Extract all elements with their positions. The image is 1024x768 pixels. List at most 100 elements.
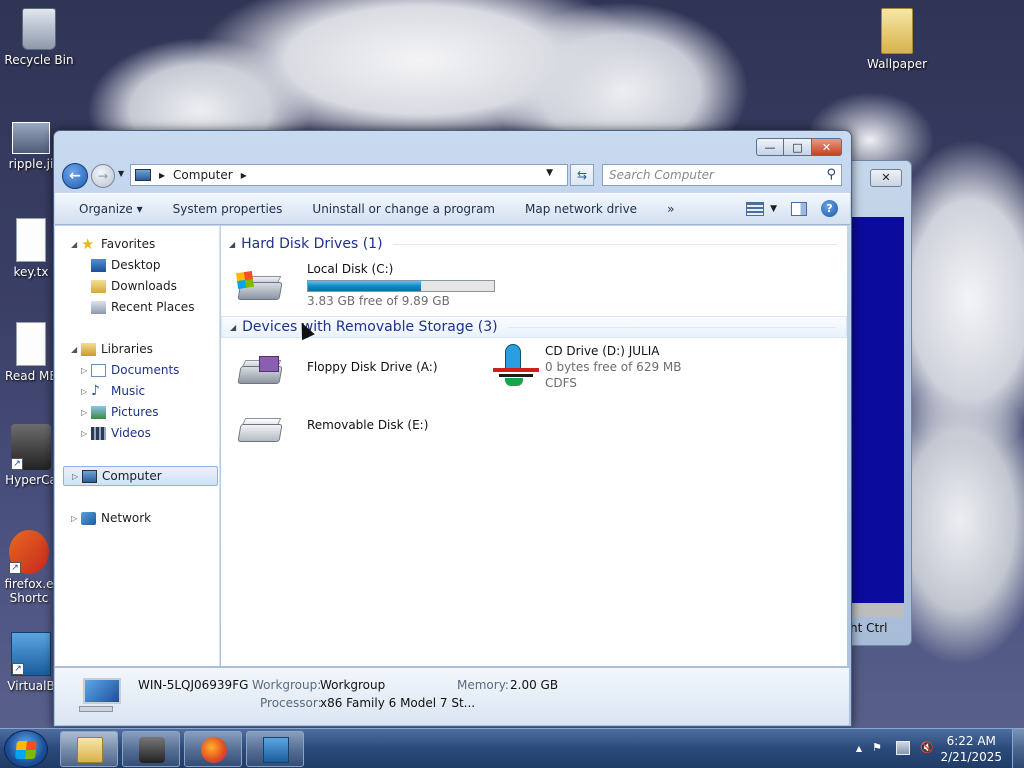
breadcrumb-separator[interactable]: ▸ <box>159 168 165 182</box>
system-properties-button[interactable]: System properties <box>173 202 283 216</box>
more-commands-button[interactable]: » <box>667 202 674 216</box>
change-view-icon[interactable] <box>746 201 765 216</box>
maximize-button[interactable]: □ <box>784 138 812 156</box>
nav-downloads[interactable]: Downloads <box>55 276 219 296</box>
text-file-icon <box>16 322 46 366</box>
desktop-icon <box>91 258 106 272</box>
background-window-close-button[interactable]: ✕ <box>870 169 902 187</box>
start-button[interactable] <box>4 730 48 768</box>
nav-network[interactable]: ▷ Network <box>55 508 219 528</box>
nav-libraries[interactable]: ◢ Libraries <box>55 339 219 359</box>
expand-arrow-icon[interactable]: ▷ <box>81 387 87 396</box>
search-icon[interactable]: ⚲ <box>826 167 836 182</box>
search-placeholder: Search Computer <box>609 168 714 182</box>
drive-free-space: 0 bytes free of 629 MB <box>545 360 682 374</box>
drive-removable-e[interactable]: Removable Disk (E:) <box>237 402 477 448</box>
drive-name: CD Drive (D:) JULIA <box>545 344 660 358</box>
collapse-arrow-icon[interactable]: ◢ <box>71 240 77 249</box>
nav-favorites[interactable]: ◢ ★ Favorites <box>55 234 219 254</box>
computer-icon <box>82 469 97 483</box>
address-bar[interactable]: ▸ Computer ▸ ▼ <box>130 164 568 186</box>
back-button[interactable]: ← <box>62 163 88 189</box>
nav-computer[interactable]: ▷ Computer <box>63 466 218 486</box>
view-options-dropdown-icon[interactable]: ▼ <box>770 204 777 214</box>
collapse-arrow-icon[interactable]: ◢ <box>71 345 77 354</box>
action-center-flag-icon[interactable]: ⚑ <box>872 741 886 755</box>
nav-music-label: Music <box>111 384 146 398</box>
volume-muted-icon[interactable]: 🔇 <box>920 741 934 755</box>
taskbar-hypercam-button[interactable] <box>122 731 180 767</box>
uninstall-program-button[interactable]: Uninstall or change a program <box>312 202 495 216</box>
map-network-drive-button[interactable]: Map network drive <box>525 202 637 216</box>
show-desktop-button[interactable] <box>1012 729 1024 768</box>
refresh-icon: ⇆ <box>576 168 588 182</box>
nav-favorites-label: Favorites <box>101 237 156 251</box>
clock[interactable]: 6:22 AM 2/21/2025 <box>940 733 1002 765</box>
nav-recent-places[interactable]: Recent Places <box>55 297 219 317</box>
windows-logo-icon <box>235 270 255 290</box>
shortcut-arrow-icon: ↗ <box>12 663 24 675</box>
navigation-row: ← → ▼ ▸ Computer ▸ ▼ ⇆ Search Computer ⚲ <box>62 163 843 189</box>
group-header-hard-disk-drives[interactable]: ◢ Hard Disk Drives (1) <box>221 233 847 255</box>
expand-arrow-icon[interactable]: ▷ <box>81 429 87 438</box>
preview-pane-icon[interactable] <box>791 201 807 216</box>
nav-libraries-label: Libraries <box>101 342 153 356</box>
nav-computer-label: Computer <box>102 469 162 483</box>
expand-arrow-icon[interactable]: ▷ <box>72 472 78 481</box>
navigation-pane: ◢ ★ Favorites Desktop Downloads Recent P… <box>55 226 220 666</box>
nav-pictures[interactable]: ▷ Pictures <box>55 402 219 422</box>
expand-arrow-icon[interactable]: ▷ <box>81 366 87 375</box>
close-button[interactable]: ✕ <box>812 138 842 156</box>
details-pane: WIN-5LQJ06939FG Workgroup: Workgroup Mem… <box>55 667 849 725</box>
show-hidden-icons-button[interactable]: ▲ <box>856 744 862 753</box>
nav-recent-places-label: Recent Places <box>111 300 195 314</box>
content-pane: ◢ Hard Disk Drives (1) Local Disk (C:) 3… <box>221 226 847 666</box>
expand-arrow-icon[interactable]: ▷ <box>81 408 87 417</box>
nav-documents[interactable]: ▷ Documents <box>55 360 219 380</box>
drive-local-disk-c[interactable]: Local Disk (C:) 3.83 GB free of 9.89 GB <box>235 262 517 308</box>
background-window-statusbar <box>852 603 904 617</box>
nav-desktop[interactable]: Desktop <box>55 255 219 275</box>
refresh-button[interactable]: ⇆ <box>570 164 594 186</box>
desktop-icon-wallpaper[interactable]: Wallpaper <box>858 8 936 71</box>
computer-name: WIN-5LQJ06939FG <box>138 678 249 692</box>
videos-icon <box>91 426 106 440</box>
minimize-button[interactable]: — <box>756 138 784 156</box>
collapse-arrow-icon[interactable]: ◢ <box>230 323 236 332</box>
star-icon: ★ <box>81 234 95 253</box>
desktop-icon-recycle-bin[interactable]: Recycle Bin <box>0 8 78 67</box>
drive-floppy-a[interactable]: Floppy Disk Drive (A:) <box>237 344 477 392</box>
folder-icon <box>881 8 913 54</box>
taskbar-activity-monitor-button[interactable] <box>246 731 304 767</box>
expand-arrow-icon[interactable]: ▷ <box>71 514 77 523</box>
search-input[interactable]: Search Computer ⚲ <box>602 164 842 186</box>
forward-button[interactable]: → <box>91 164 115 188</box>
close-icon: ✕ <box>821 140 832 154</box>
help-icon[interactable]: ? <box>821 200 838 217</box>
nav-videos[interactable]: ▷ Videos <box>55 423 219 443</box>
explorer-window[interactable]: — □ ✕ ← → ▼ ▸ Computer ▸ ▼ ⇆ Search Comp… <box>53 130 852 727</box>
nav-network-label: Network <box>101 511 152 525</box>
group-header-removable-storage[interactable]: ◢ Devices with Removable Storage (3) <box>221 316 847 338</box>
background-window[interactable]: ✕ ht Ctrl <box>848 160 912 646</box>
drive-name: Floppy Disk Drive (A:) <box>307 360 438 374</box>
organize-button[interactable]: Organize ▾ <box>79 202 143 216</box>
taskbar-explorer-button[interactable] <box>60 731 118 767</box>
desktop-icon-label: Recycle Bin <box>4 53 74 67</box>
drive-cd-d[interactable]: CD Drive (D:) JULIA 0 bytes free of 629 … <box>491 342 751 394</box>
cd-drive-icon <box>491 342 541 392</box>
nav-music[interactable]: ▷ ♪ Music <box>55 381 219 401</box>
recent-pages-dropdown[interactable]: ▼ <box>118 169 124 178</box>
downloads-folder-icon <box>91 279 106 293</box>
address-dropdown-icon[interactable]: ▼ <box>546 168 553 178</box>
collapse-arrow-icon[interactable]: ◢ <box>229 240 235 249</box>
taskbar-firefox-button[interactable] <box>184 731 242 767</box>
workgroup-label: Workgroup: <box>252 678 322 692</box>
breadcrumb-separator[interactable]: ▸ <box>241 168 247 182</box>
shortcut-arrow-icon: ↗ <box>11 458 23 470</box>
breadcrumb-computer[interactable]: Computer <box>173 168 233 182</box>
firefox-icon <box>201 737 227 763</box>
drive-name: Local Disk (C:) <box>307 262 394 276</box>
view-controls: ▼ ? <box>746 200 838 217</box>
network-icon[interactable] <box>896 741 910 755</box>
